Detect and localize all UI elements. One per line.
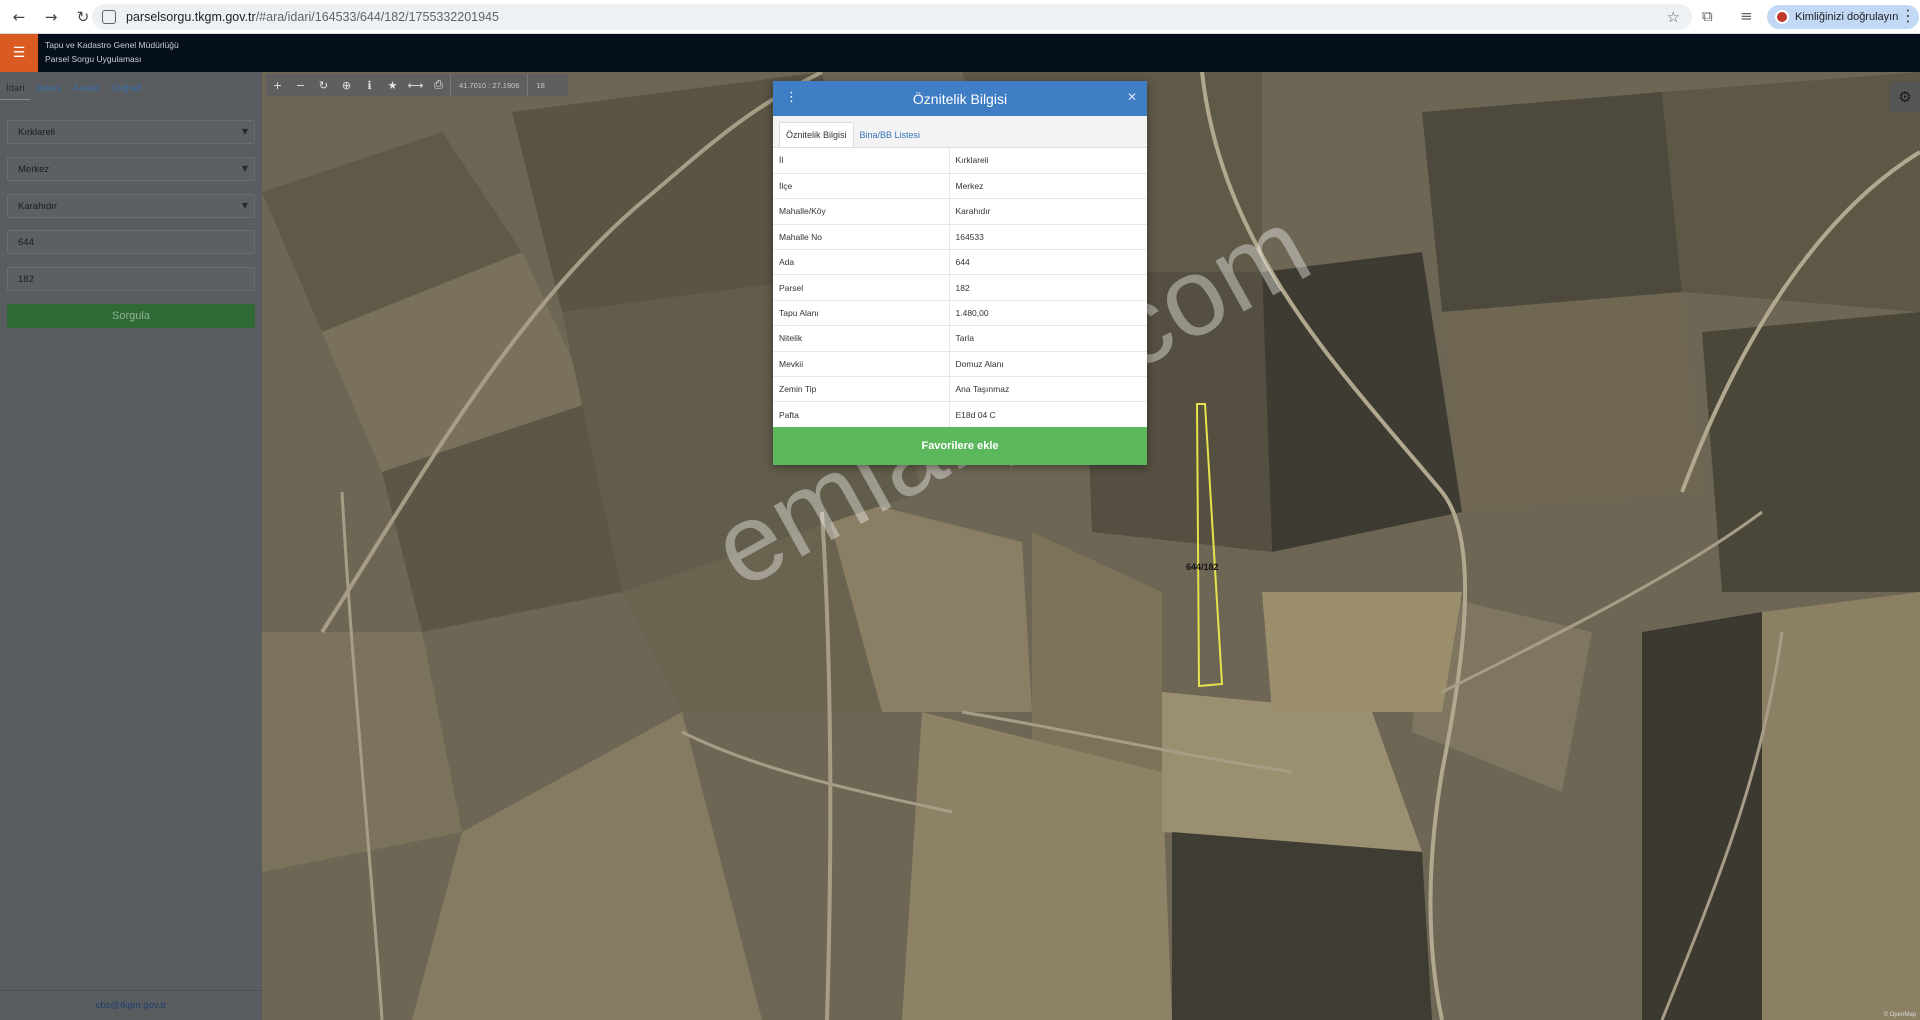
media-controls-icon[interactable]: ≡	[1740, 7, 1753, 25]
tab-adres[interactable]: Adres	[30, 80, 67, 100]
zoom-level: 18	[536, 80, 545, 90]
mahalle-select[interactable]: Karahıdır ▼	[7, 194, 255, 218]
row-value: Merkez	[949, 173, 1147, 200]
tab-analiz[interactable]: Analiz	[67, 80, 105, 100]
print-icon[interactable]: ⎙	[427, 74, 450, 96]
row-key: Pafta	[773, 401, 950, 428]
chevron-down-icon: ▼	[241, 127, 248, 136]
profile-label: Kimliğinizi doğrulayın	[1795, 11, 1899, 23]
row-key: Zemin Tip	[773, 376, 950, 403]
parsel-input[interactable]: 182	[7, 267, 255, 291]
row-key: Ada	[773, 249, 950, 276]
back-icon[interactable]: ←	[6, 4, 32, 30]
dialog-header: ⋮ Öznitelik Bilgisi ✕	[773, 81, 1147, 116]
extensions-icon[interactable]: ⧉	[1702, 7, 1713, 25]
refresh-icon[interactable]: ↻	[312, 74, 335, 96]
row-value: 164533	[949, 224, 1147, 251]
sidebar: İdari Adres Analiz Coğrafi Kırklareli ▼ …	[0, 72, 262, 1020]
profile-button[interactable]: Kimliğinizi doğrulayın	[1767, 5, 1919, 29]
tab-cografi[interactable]: Coğrafi	[105, 80, 148, 100]
row-key: Mahalle No	[773, 224, 950, 251]
zoom-in-icon[interactable]: +	[266, 74, 289, 96]
parcel-label: 644/182	[1186, 562, 1219, 572]
row-key: Mevkii	[773, 351, 950, 378]
tab-idari[interactable]: İdari	[0, 80, 31, 100]
coordinate-readout: 41.7010 : 27.1906	[450, 74, 529, 96]
table-row: Ada 644	[773, 249, 1147, 276]
row-key: Mahalle/Köy	[773, 198, 950, 225]
map-attribution: © OpenMap	[1883, 1012, 1916, 1018]
table-row: Mahalle/Köy Karahıdır	[773, 198, 1147, 225]
il-select[interactable]: Kırklareli ▼	[7, 120, 255, 144]
table-row: Nitelik Tarla	[773, 325, 1147, 352]
chevron-down-icon: ▼	[241, 164, 248, 173]
avatar	[1775, 10, 1789, 24]
measure-icon[interactable]: ⟷	[404, 74, 427, 96]
hamburger-menu-icon[interactable]: ☰	[0, 34, 38, 72]
table-row: İlçe Merkez	[773, 173, 1147, 200]
query-button[interactable]: Sorgula	[7, 304, 255, 328]
brand-title: Tapu ve Kadastro Genel Müdürlüğü	[45, 40, 179, 50]
table-row: Zemin Tip Ana Taşınmaz	[773, 376, 1147, 403]
dialog-tabs: Öznitelik Bilgisi Bina/BB Listesi	[773, 116, 1147, 148]
row-key: İl	[773, 148, 950, 174]
browser-menu-icon[interactable]: ⋮	[1900, 6, 1916, 25]
dialog-menu-icon[interactable]: ⋮	[785, 90, 798, 105]
address-bar[interactable]: parselsorgu.tkgm.gov.tr/#ara/idari/16453…	[92, 4, 1692, 30]
tab-bina-listesi[interactable]: Bina/BB Listesi	[854, 123, 927, 147]
forward-icon[interactable]: →	[38, 4, 64, 30]
row-value: Tarla	[949, 325, 1147, 352]
ada-input[interactable]: 644	[7, 230, 255, 254]
table-row: İl Kırklareli	[773, 148, 1147, 174]
ilce-select[interactable]: Merkez ▼	[7, 157, 255, 181]
ilce-select-value: Merkez	[18, 163, 50, 175]
row-key: İlçe	[773, 173, 950, 200]
settings-gear-icon[interactable]: ⚙	[1890, 82, 1920, 112]
row-value: E18d 04 C	[949, 401, 1147, 428]
locate-icon[interactable]: ⊕	[335, 74, 358, 96]
table-row: Parsel 182	[773, 274, 1147, 301]
row-value: 182	[949, 274, 1147, 301]
attribute-dialog: ⋮ Öznitelik Bilgisi ✕ Öznitelik Bilgisi …	[773, 81, 1147, 465]
info-icon[interactable]: ℹ	[358, 74, 381, 96]
row-key: Parsel	[773, 274, 950, 301]
table-row: Pafta E18d 04 C	[773, 401, 1147, 428]
close-icon[interactable]: ✕	[1127, 90, 1137, 104]
attribute-table: İl Kırklareli İlçe Merkez Mahalle/Köy Karah…	[773, 148, 1147, 428]
tab-oznitelik[interactable]: Öznitelik Bilgisi	[779, 122, 854, 147]
row-value: Kırklareli	[949, 148, 1147, 174]
row-value: 644	[949, 249, 1147, 276]
row-value: Karahıdır	[949, 198, 1147, 225]
sidebar-tabs: İdari Adres Analiz Coğrafi	[0, 80, 148, 100]
contact-email-link[interactable]: cbs@tkgm.gov.tr	[0, 990, 262, 1020]
row-key: Tapu Alanı	[773, 300, 950, 327]
row-key: Nitelik	[773, 325, 950, 352]
map-toolbar: + − ↻ ⊕ ℹ ★ ⟷ ⎙ 41.7010 : 27.1906 18	[266, 74, 568, 96]
add-favorite-button[interactable]: Favorilere ekle	[773, 427, 1147, 465]
app-header: ☰ Tapu ve Kadastro Genel Müdürlüğü Parse…	[0, 34, 1920, 72]
row-value: Domuz Alanı	[949, 351, 1147, 378]
favorite-star-icon[interactable]: ★	[381, 74, 404, 96]
row-value: Ana Taşınmaz	[949, 376, 1147, 403]
il-select-value: Kırklareli	[18, 126, 55, 138]
url-path: /#ara/idari/164533/644/182/1755332201945	[255, 10, 499, 24]
chevron-down-icon: ▼	[241, 201, 248, 210]
zoom-out-icon[interactable]: −	[289, 74, 312, 96]
table-row: Mahalle No 164533	[773, 224, 1147, 251]
table-row: Tapu Alanı 1.480,00	[773, 300, 1147, 327]
table-row: Mevkii Domuz Alanı	[773, 351, 1147, 378]
url-host: parselsorgu.tkgm.gov.tr	[126, 10, 256, 24]
brand-subtitle: Parsel Sorgu Uygulaması	[45, 54, 142, 64]
bookmark-star-icon[interactable]: ☆	[1667, 8, 1680, 26]
site-info-icon[interactable]	[102, 10, 116, 24]
dialog-title: Öznitelik Bilgisi	[912, 90, 1008, 107]
browser-toolbar: ← → ↻ parselsorgu.tkgm.gov.tr/#ara/idari…	[0, 0, 1920, 34]
row-value: 1.480,00	[949, 300, 1147, 327]
mahalle-select-value: Karahıdır	[18, 200, 58, 212]
